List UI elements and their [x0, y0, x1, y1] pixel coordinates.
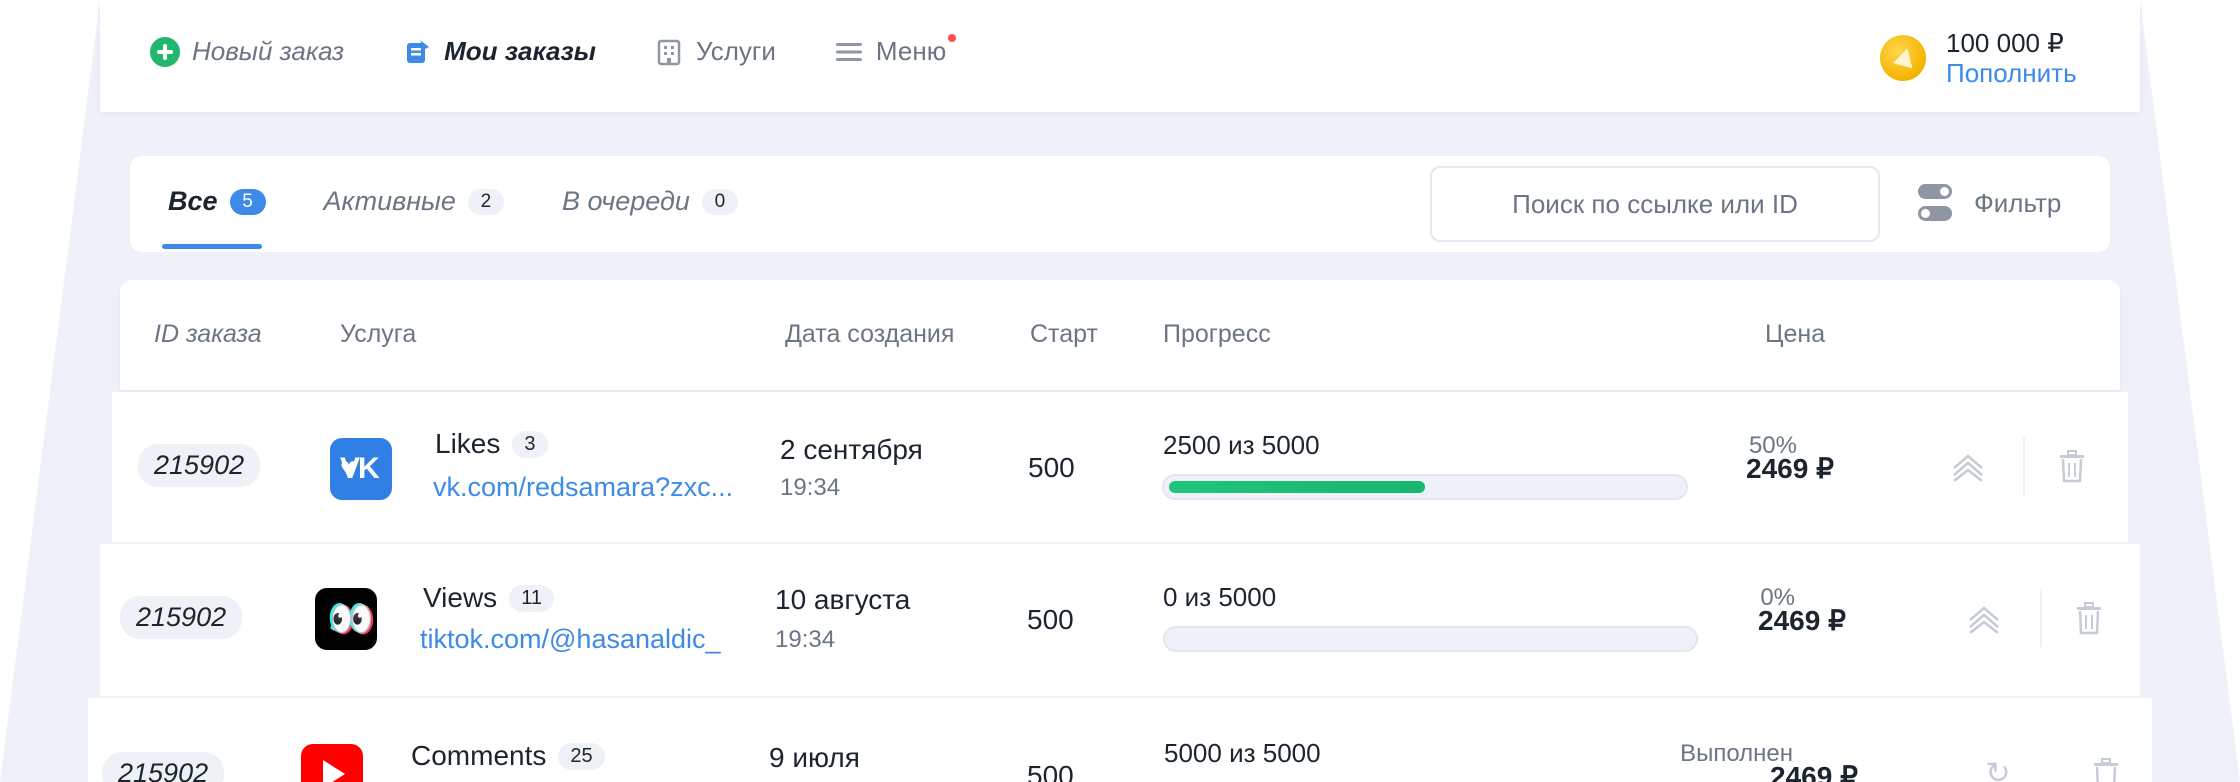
- youtube-icon: [301, 744, 363, 782]
- order-date: 9 июля: [769, 742, 860, 773]
- vk-icon: VK ♥: [330, 438, 392, 500]
- search-input[interactable]: Поиск по ссылке или ID: [1430, 166, 1880, 242]
- nav-my-orders-label: Мои заказы: [444, 36, 596, 66]
- filter-label: Фильтр: [1974, 187, 2062, 218]
- order-id: 215902: [138, 444, 261, 487]
- col-service[interactable]: Услуга: [340, 320, 416, 349]
- trash-icon[interactable]: [2088, 756, 2124, 782]
- filter-bar: Все 5 Активные 2 В очереди 0 Поиск по сс…: [130, 156, 2110, 252]
- filter-button[interactable]: Фильтр: [1918, 184, 2061, 222]
- topup-link[interactable]: Пополнить: [1946, 58, 2077, 88]
- service-link[interactable]: vk.com/redsamara?zxc...: [433, 472, 733, 503]
- service-qty: 3: [512, 430, 548, 458]
- nav-services-label: Услуги: [695, 36, 776, 66]
- order-price: 2469 ₽: [1746, 453, 1834, 484]
- progress-text: 0 из 5000: [1163, 582, 1277, 612]
- table-row[interactable]: 215902 VK ♥ Likes 3 vk.com/redsamara?zxc..…: [112, 392, 2128, 544]
- service-label: Views: [423, 582, 498, 613]
- balance-text: 100 000 ₽ Пополнить: [1946, 28, 2077, 88]
- progress-text: 2500 из 5000: [1163, 430, 1320, 460]
- order-tabs: Все 5 Активные 2 В очереди 0: [162, 186, 796, 249]
- nav-services[interactable]: Услуги: [654, 36, 776, 67]
- order-price: 2469 ₽: [1758, 605, 1846, 636]
- col-progress[interactable]: Прогресс: [1163, 320, 1271, 349]
- balance-amount: 100 000 ₽: [1946, 28, 2064, 58]
- boost-icon[interactable]: [1950, 448, 1986, 484]
- table-row[interactable]: 215902 Comments 25 9 июля 500 5000 из 500…: [88, 698, 2152, 782]
- nav-menu[interactable]: Меню: [834, 34, 957, 67]
- tab-queued-label: В очереди: [561, 186, 690, 216]
- col-id[interactable]: ID заказа: [154, 320, 262, 349]
- order-start: 500: [1028, 452, 1075, 483]
- nav-my-orders[interactable]: Мои заказы: [402, 36, 596, 67]
- progress-bar: [1162, 474, 1688, 500]
- action-divider: [2040, 589, 2042, 647]
- orders-icon: [402, 37, 432, 67]
- tab-active-count: 2: [467, 188, 504, 215]
- progress-status: Выполнен: [1680, 740, 1793, 767]
- nav-new-order-label: Новый заказ: [192, 36, 345, 66]
- order-time: 19:34: [780, 474, 841, 501]
- progress-bar: [1163, 626, 1698, 652]
- reorder-icon[interactable]: ↻: [1980, 756, 2016, 782]
- service-qty: 11: [509, 584, 554, 612]
- service-name: Views 11: [423, 582, 554, 614]
- tab-all-count: 5: [229, 188, 266, 215]
- service-name: Comments 25: [411, 740, 605, 772]
- table-row[interactable]: 215902 ♪ 👀 Views 11 tiktok.com/@hasanaldic…: [100, 544, 2140, 698]
- tab-all-label: Все: [168, 186, 218, 216]
- service-label: Comments: [411, 740, 547, 771]
- tab-queued[interactable]: В очереди 0: [562, 186, 738, 217]
- trash-icon[interactable]: [2071, 600, 2107, 636]
- heart-icon: ♥: [340, 452, 358, 485]
- table-header: ID заказа Услуга Дата создания Старт Про…: [120, 280, 2120, 390]
- tab-all[interactable]: Все 5: [162, 186, 266, 249]
- col-start[interactable]: Старт: [1030, 320, 1098, 349]
- order-price: 2469 ₽: [1770, 761, 1858, 782]
- progress-text: 5000 из 5000: [1164, 738, 1321, 768]
- active-tab-indicator: [162, 244, 262, 249]
- order-date: 10 августа: [775, 584, 911, 615]
- coin-icon: [1880, 35, 1926, 81]
- service-link[interactable]: tiktok.com/@hasanaldic_: [420, 624, 721, 655]
- menu-icon: [834, 37, 864, 67]
- boost-icon[interactable]: [1966, 600, 2002, 636]
- tab-active[interactable]: Активные 2: [324, 186, 504, 217]
- trash-icon[interactable]: [2054, 448, 2090, 484]
- building-icon: [654, 37, 684, 67]
- eyes-icon: 👀: [329, 598, 374, 639]
- toggle-icon: [1918, 184, 1952, 222]
- order-id: 215902: [102, 752, 225, 782]
- order-start: 500: [1027, 604, 1074, 635]
- order-start: 500: [1027, 760, 1074, 782]
- service-name: Likes 3: [435, 428, 548, 460]
- order-date: 2 сентября: [780, 434, 923, 465]
- notification-dot: [948, 34, 957, 42]
- balance-widget: 100 000 ₽ Пополнить: [1880, 28, 2077, 88]
- main-nav: Новый заказ Мои заказы Услуги Меню: [150, 34, 1004, 67]
- order-id: 215902: [120, 596, 243, 639]
- tiktok-icon: ♪ 👀: [315, 588, 377, 650]
- service-qty: 25: [558, 742, 605, 770]
- col-price[interactable]: Цена: [1765, 320, 1825, 349]
- nav-new-order[interactable]: Новый заказ: [150, 36, 344, 67]
- tab-active-label: Активные: [323, 186, 456, 216]
- nav-menu-label-wrap: Меню: [875, 34, 957, 67]
- app-stage: Новый заказ Мои заказы Услуги Меню 100 0…: [0, 0, 2240, 782]
- progress-fill: [1169, 481, 1425, 493]
- plus-circle-icon: [150, 36, 180, 67]
- tab-queued-count: 0: [701, 188, 738, 215]
- order-time: 19:34: [775, 626, 836, 653]
- nav-menu-label: Меню: [875, 36, 947, 66]
- action-divider: [2023, 437, 2025, 495]
- col-date[interactable]: Дата создания: [785, 320, 954, 349]
- service-label: Likes: [435, 428, 501, 459]
